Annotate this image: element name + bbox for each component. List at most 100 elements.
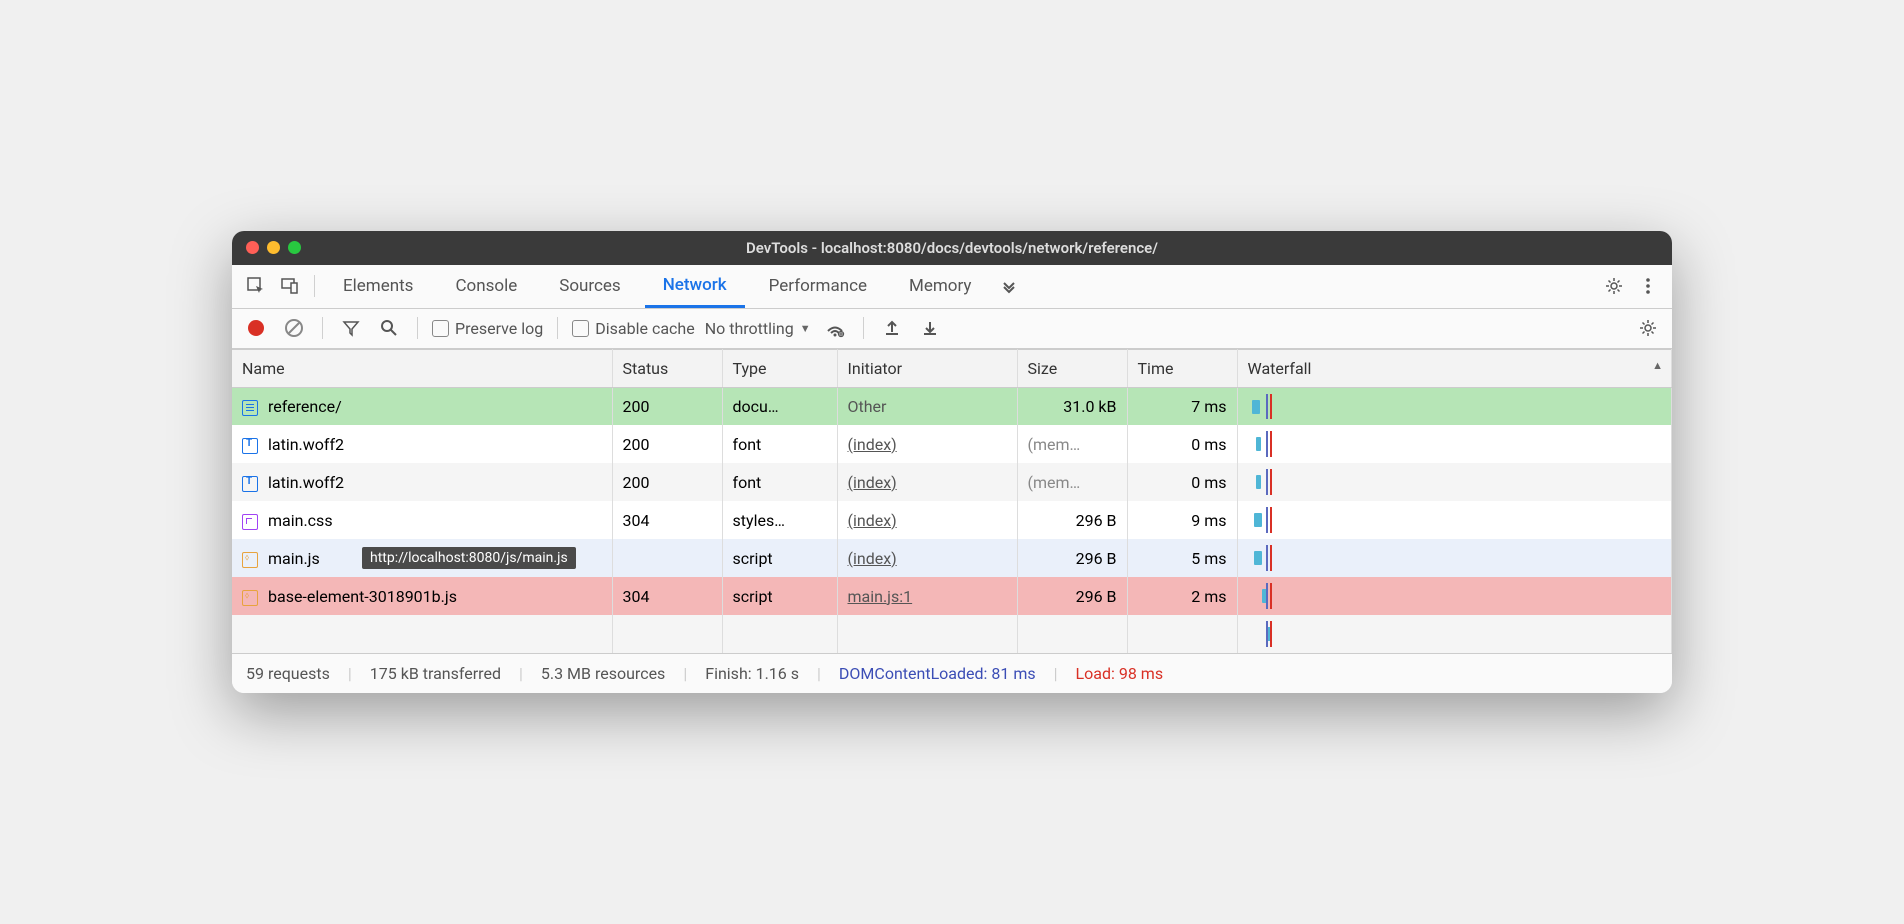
waterfall-bar xyxy=(1256,475,1261,489)
device-toggle-icon[interactable] xyxy=(276,272,304,300)
column-initiator[interactable]: Initiator xyxy=(837,349,1017,387)
minimize-icon[interactable] xyxy=(267,241,280,254)
waterfall-bar xyxy=(1252,400,1260,414)
url-tooltip: http://localhost:8080/js/main.js xyxy=(362,547,576,569)
time-cell: 2 ms xyxy=(1127,577,1237,615)
waterfall-bar xyxy=(1256,437,1261,451)
font-file-icon xyxy=(242,476,258,492)
column-waterfall[interactable]: Waterfall xyxy=(1237,349,1672,387)
request-name: main.js xyxy=(268,549,320,568)
request-name: base-element-3018901b.js xyxy=(268,587,457,606)
devtools-window: DevTools - localhost:8080/docs/devtools/… xyxy=(232,231,1672,694)
status-cell xyxy=(612,539,722,577)
initiator-link[interactable]: (index) xyxy=(848,473,897,492)
disable-cache-label: Disable cache xyxy=(595,319,694,338)
panel-settings-icon[interactable] xyxy=(1634,314,1662,342)
js-file-icon xyxy=(242,590,258,606)
tab-network[interactable]: Network xyxy=(645,265,745,308)
column-name[interactable]: Name xyxy=(232,349,612,387)
table-row[interactable]: latin.woff2200font(index)(mem…0 ms xyxy=(232,463,1672,501)
status-cell: 304 xyxy=(612,501,722,539)
font-file-icon xyxy=(242,438,258,454)
css-file-icon xyxy=(242,514,258,530)
devtools-tabbar: ElementsConsoleSourcesNetworkPerformance… xyxy=(232,265,1672,309)
settings-icon[interactable] xyxy=(1600,272,1628,300)
tab-elements[interactable]: Elements xyxy=(325,265,431,308)
network-conditions-icon[interactable] xyxy=(821,314,849,342)
filter-icon[interactable] xyxy=(337,314,365,342)
table-row[interactable]: latin.woff2 200font (index) (mem…0 ms xyxy=(232,425,1672,463)
separator xyxy=(322,317,323,339)
column-type[interactable]: Type xyxy=(722,349,837,387)
more-tabs-icon[interactable] xyxy=(995,272,1023,300)
summary-load: Load: 98 ms xyxy=(1076,664,1164,683)
inspect-icon[interactable] xyxy=(242,272,270,300)
network-toolbar: Preserve log Disable cache No throttling… xyxy=(232,309,1672,349)
initiator-link[interactable]: (index) xyxy=(848,435,897,454)
initiator-link: Other xyxy=(848,397,887,416)
column-time[interactable]: Time xyxy=(1127,349,1237,387)
network-summary: 59 requests | 175 kB transferred | 5.3 M… xyxy=(232,653,1672,693)
close-icon[interactable] xyxy=(246,241,259,254)
tab-memory[interactable]: Memory xyxy=(891,265,989,308)
time-cell: 0 ms xyxy=(1127,463,1237,501)
request-name: main.css xyxy=(268,511,333,530)
summary-resources: 5.3 MB resources xyxy=(541,664,665,683)
type-cell: font xyxy=(722,425,837,463)
time-cell: 0 ms xyxy=(1127,425,1237,463)
disable-cache-checkbox[interactable]: Disable cache xyxy=(572,319,694,338)
size-cell: (mem… xyxy=(1017,425,1127,463)
waterfall-bar xyxy=(1254,513,1262,527)
status-cell: 200 xyxy=(612,387,722,425)
initiator-link[interactable]: main.js:1 xyxy=(848,587,913,606)
type-cell: script xyxy=(722,577,837,615)
doc-file-icon xyxy=(242,400,258,416)
status-cell: 304 xyxy=(612,577,722,615)
status-cell: 200 xyxy=(612,463,722,501)
record-button[interactable] xyxy=(242,314,270,342)
clear-icon[interactable] xyxy=(280,314,308,342)
column-size[interactable]: Size xyxy=(1017,349,1127,387)
upload-har-icon[interactable] xyxy=(878,314,906,342)
separator xyxy=(314,275,315,297)
chevron-down-icon: ▼ xyxy=(800,322,811,335)
type-cell: script xyxy=(722,539,837,577)
maximize-icon[interactable] xyxy=(288,241,301,254)
table-row-empty xyxy=(232,615,1672,653)
table-row[interactable]: main.css 304styles… (index) 296 B9 ms xyxy=(232,501,1672,539)
type-cell: styles… xyxy=(722,501,837,539)
preserve-log-checkbox[interactable]: Preserve log xyxy=(432,319,543,338)
throttling-select[interactable]: No throttling ▼ xyxy=(705,319,811,338)
tab-sources[interactable]: Sources xyxy=(541,265,638,308)
time-cell: 7 ms xyxy=(1127,387,1237,425)
request-name: latin.woff2 xyxy=(268,473,344,492)
download-har-icon[interactable] xyxy=(916,314,944,342)
window-titlebar: DevTools - localhost:8080/docs/devtools/… xyxy=(232,231,1672,265)
tab-performance[interactable]: Performance xyxy=(751,265,885,308)
request-name: latin.woff2 xyxy=(268,435,344,454)
kebab-menu-icon[interactable] xyxy=(1634,272,1662,300)
table-row[interactable]: base-element-3018901b.js 304script main.js… xyxy=(232,577,1672,615)
js-file-icon xyxy=(242,552,258,568)
traffic-lights xyxy=(246,241,301,254)
status-cell: 200 xyxy=(612,425,722,463)
type-cell: docu… xyxy=(722,387,837,425)
initiator-link[interactable]: (index) xyxy=(848,511,897,530)
time-cell: 9 ms xyxy=(1127,501,1237,539)
type-cell: font xyxy=(722,463,837,501)
separator xyxy=(557,317,558,339)
summary-domcontentloaded: DOMContentLoaded: 81 ms xyxy=(839,664,1036,683)
table-row[interactable]: main.js http://localhost:8080/js/main.js s… xyxy=(232,539,1672,577)
size-cell: 296 B xyxy=(1017,501,1127,539)
summary-requests: 59 requests xyxy=(246,664,330,683)
tab-console[interactable]: Console xyxy=(437,265,535,308)
initiator-link[interactable]: (index) xyxy=(848,549,897,568)
network-table: Name Status Type Initiator Size Time Wat… xyxy=(232,349,1672,654)
summary-transferred: 175 kB transferred xyxy=(370,664,501,683)
table-row[interactable]: reference/200docu…Other31.0 kB7 ms xyxy=(232,387,1672,425)
search-icon[interactable] xyxy=(375,314,403,342)
separator xyxy=(863,317,864,339)
size-cell: 296 B xyxy=(1017,577,1127,615)
size-cell: 31.0 kB xyxy=(1017,387,1127,425)
column-status[interactable]: Status xyxy=(612,349,722,387)
